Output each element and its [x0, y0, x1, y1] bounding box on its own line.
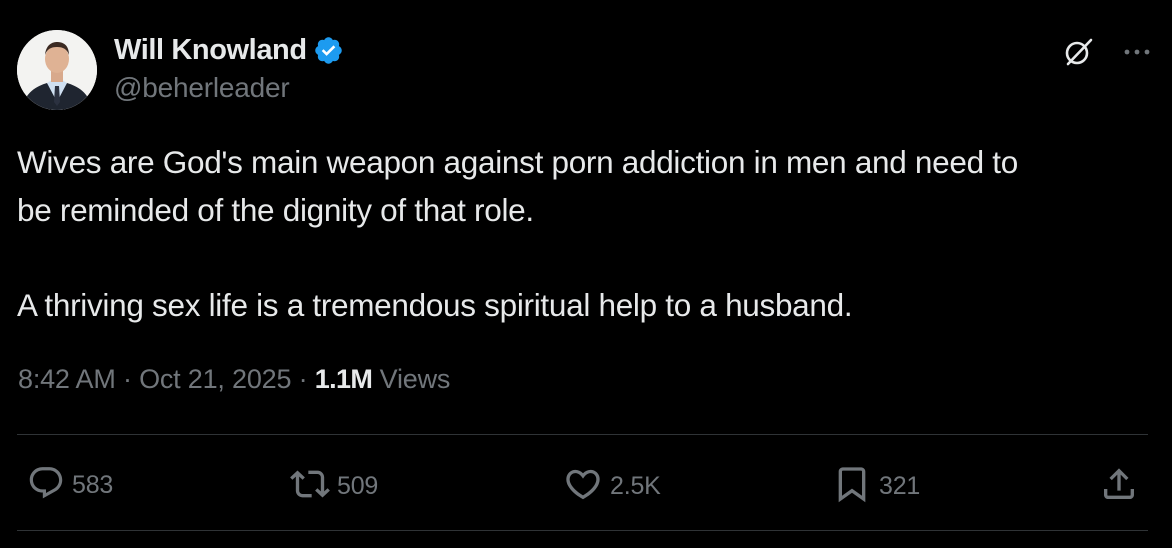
bookmark-count: 321 [879, 472, 921, 500]
views-count[interactable]: 1.1M [315, 364, 373, 394]
meta-separator: · [115, 364, 140, 394]
grok-icon[interactable] [1060, 34, 1096, 70]
share-icon [1099, 464, 1139, 509]
views-label: Views [372, 364, 451, 394]
tweet-text-line: be reminded of the dignity of that role. [17, 192, 534, 228]
like-button[interactable]: 2.5K [563, 464, 661, 509]
tweet-top-actions [1060, 34, 1150, 70]
reply-count: 583 [72, 471, 114, 499]
retweet-button[interactable]: 509 [290, 464, 378, 509]
tweet-text-line: A thriving sex life is a tremendous spir… [17, 287, 853, 323]
meta-separator: · [291, 364, 315, 394]
reply-button[interactable]: 583 [27, 464, 113, 507]
tweet-text: Wives are God's main weapon against porn… [17, 138, 1157, 329]
divider [17, 434, 1148, 435]
tweet-time[interactable]: 8:42 AM [18, 364, 116, 394]
more-icon[interactable] [1124, 47, 1150, 57]
retweet-count: 509 [337, 472, 379, 500]
tweet-meta: 8:42 AM · Oct 21, 2025 · 1.1M Views [18, 364, 450, 395]
tweet-text-line: Wives are God's main weapon against porn… [17, 144, 1018, 180]
retweet-icon [290, 464, 330, 509]
divider [17, 530, 1148, 531]
verified-badge-icon[interactable] [313, 35, 344, 66]
avatar[interactable] [17, 30, 97, 110]
author-handle[interactable]: @beherleader [114, 72, 344, 104]
reply-icon [27, 464, 65, 507]
bookmark-button[interactable]: 321 [832, 464, 920, 509]
author-name[interactable]: Will Knowland [114, 34, 307, 67]
like-icon [563, 464, 603, 509]
bookmark-icon [832, 464, 872, 509]
share-button[interactable] [1099, 464, 1139, 509]
like-count: 2.5K [610, 472, 661, 500]
author-info: Will Knowland @beherleader [114, 30, 344, 104]
tweet-card: Will Knowland @beherleader Wives are God… [0, 0, 1172, 548]
tweet-date[interactable]: Oct 21, 2025 [139, 364, 291, 394]
